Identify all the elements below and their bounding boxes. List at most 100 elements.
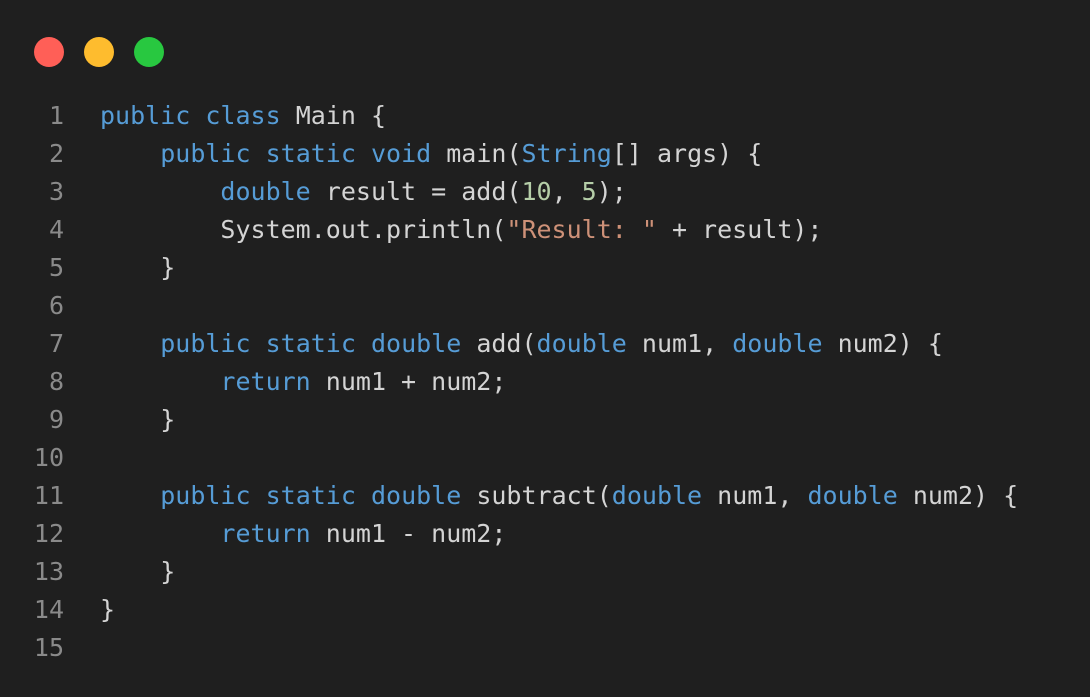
code-token-keyword: double (611, 481, 703, 510)
code-token-plain: main( (431, 139, 522, 168)
code-token-plain: System.out.println( (100, 215, 507, 244)
code-line: 2 public static void main(String[] args)… (0, 135, 1090, 173)
code-token-keyword: double (732, 329, 823, 358)
code-token-keyword: String (521, 139, 612, 168)
code-text: } (64, 249, 175, 287)
code-line: 8 return num1 + num2; (0, 363, 1090, 401)
code-text: public static void main(String[] args) { (64, 135, 762, 173)
code-token-number: 10 (521, 177, 552, 206)
code-line: 12 return num1 - num2; (0, 515, 1090, 553)
code-token-plain: Main { (280, 101, 386, 130)
line-number: 14 (33, 595, 64, 624)
code-editor[interactable]: 1 public class Main {2 public static void… (0, 97, 1090, 667)
code-text: double result = add(10, 5); (64, 173, 627, 211)
line-number: 10 (33, 443, 64, 472)
code-text: public static double add(double num1, do… (64, 325, 943, 363)
code-token-plain: ); (596, 177, 627, 206)
minimize-button[interactable] (84, 37, 114, 67)
code-token-plain: } (100, 405, 176, 434)
code-token-plain: num1 + num2; (310, 367, 507, 396)
code-token-plain: + result); (656, 215, 823, 244)
code-token-plain: } (100, 253, 176, 282)
code-text: return num1 - num2; (64, 515, 506, 553)
code-token-keyword: double (536, 329, 627, 358)
code-token-keyword: return (220, 519, 311, 548)
code-token-keyword: public (160, 329, 251, 358)
code-token-keyword: public (160, 481, 251, 510)
code-token-keyword: double (220, 177, 311, 206)
line-number: 4 (48, 215, 64, 244)
close-button[interactable] (34, 37, 64, 67)
code-text: } (64, 553, 175, 591)
code-token-keyword: double (370, 329, 462, 358)
line-number: 7 (48, 329, 64, 358)
code-line: 5 } (0, 249, 1090, 287)
code-line: 6 (0, 287, 1090, 325)
code-token-number: 5 (581, 177, 597, 206)
line-number: 3 (48, 177, 64, 206)
code-token-keyword: return (220, 367, 311, 396)
code-token-plain: } (100, 595, 116, 624)
line-number: 15 (33, 633, 64, 662)
code-line: 11 public static double subtract(double … (0, 477, 1090, 515)
code-line: 15 (0, 629, 1090, 667)
code-line: 4 System.out.println("Result: " + result… (0, 211, 1090, 249)
code-token-string: "Result: " (506, 215, 657, 244)
code-token-plain: [] args) { (611, 139, 763, 168)
line-number: 11 (33, 481, 64, 510)
maximize-button[interactable] (134, 37, 164, 67)
line-number: 12 (33, 519, 64, 548)
code-token-keyword: static (265, 139, 356, 168)
code-line: 7 public static double add(double num1, … (0, 325, 1090, 363)
code-line: 10 (0, 439, 1090, 477)
code-text: } (64, 401, 175, 439)
code-line: 1 public class Main { (0, 97, 1090, 135)
code-line: 13 } (0, 553, 1090, 591)
code-token-keyword: void (370, 139, 432, 168)
code-token-keyword: public (160, 139, 251, 168)
code-token-keyword: class (205, 101, 281, 130)
code-text: System.out.println("Result: " + result); (64, 211, 822, 249)
code-token-plain: , (551, 177, 582, 206)
code-text: public class Main { (64, 97, 386, 135)
line-number: 8 (48, 367, 64, 396)
code-token-plain: num2) { (822, 329, 943, 358)
code-token-keyword: double (370, 481, 462, 510)
code-text: return num1 + num2; (64, 363, 506, 401)
code-token-plain: num1 - num2; (310, 519, 507, 548)
code-token-plain: num2) { (897, 481, 1019, 510)
code-token-keyword: public (100, 101, 191, 130)
line-number: 5 (48, 253, 64, 282)
line-number: 13 (33, 557, 64, 586)
code-token-keyword: double (807, 481, 898, 510)
line-number: 9 (48, 405, 64, 434)
code-token-keyword: static (265, 329, 356, 358)
code-token-plain: num1, (626, 329, 733, 358)
code-token-plain: subtract( (461, 481, 612, 510)
code-line: 14} (0, 591, 1090, 629)
code-token-plain: } (100, 557, 176, 586)
code-text: public static double subtract(double num… (64, 477, 1018, 515)
line-number: 2 (48, 139, 64, 168)
code-window: 1 public class Main {2 public static void… (0, 0, 1090, 697)
window-controls (34, 37, 164, 67)
code-token-plain: num1, (702, 481, 808, 510)
code-token-plain: result = add( (310, 177, 522, 206)
code-line: 9 } (0, 401, 1090, 439)
